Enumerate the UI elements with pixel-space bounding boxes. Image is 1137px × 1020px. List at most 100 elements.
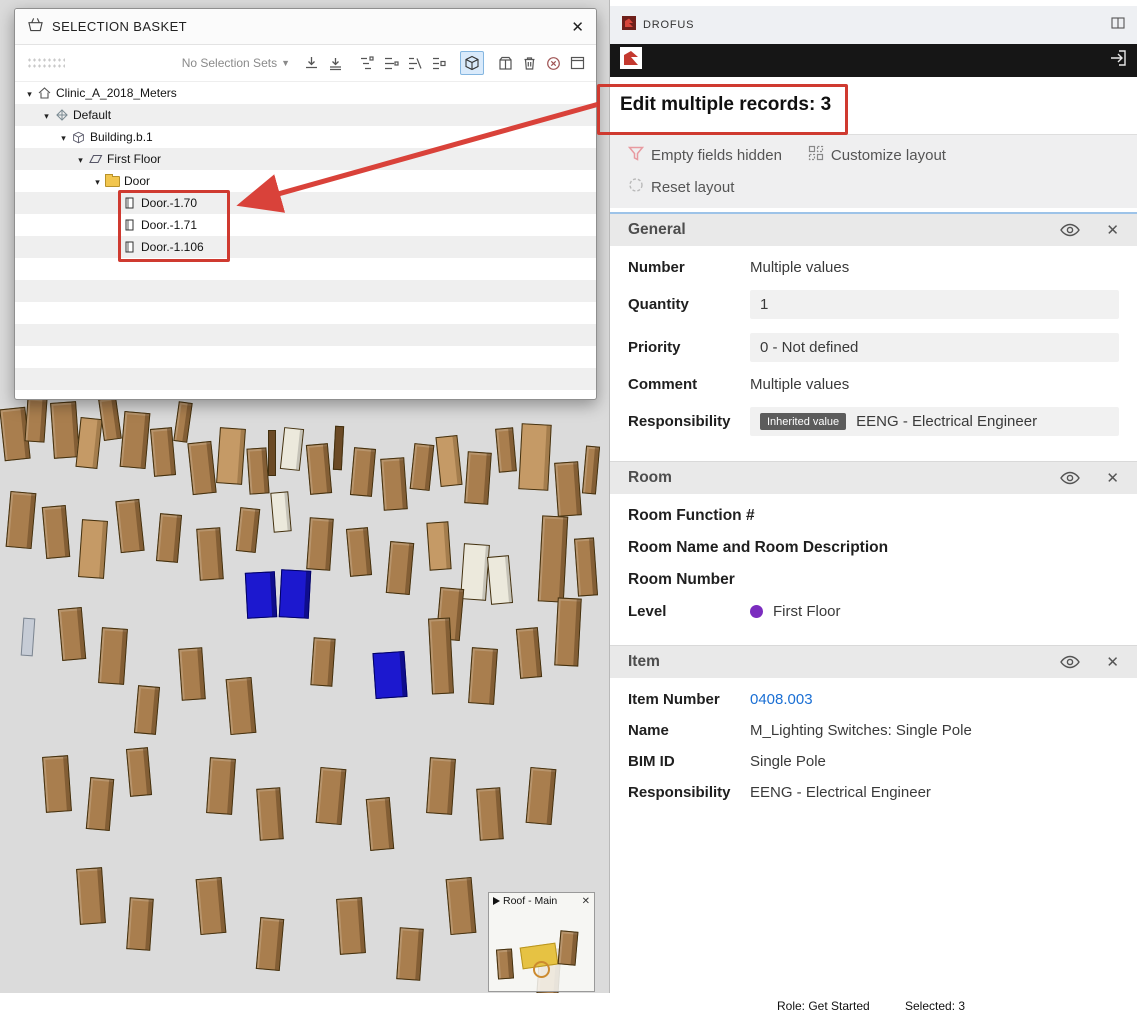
show-in-3d-icon[interactable]	[460, 51, 484, 75]
door-element[interactable]	[495, 427, 517, 472]
tree-row[interactable]: First Floor	[15, 148, 596, 170]
selection-sets-dropdown[interactable]: No Selection Sets	[182, 56, 277, 70]
door-element[interactable]	[538, 515, 568, 602]
door-element[interactable]	[435, 435, 462, 487]
tree-row[interactable]: Default	[15, 104, 596, 126]
field-input[interactable]: Inherited valueEENG - Electrical Enginee…	[750, 407, 1119, 436]
door-element[interactable]	[50, 401, 80, 459]
door-element[interactable]	[156, 513, 182, 563]
door-element[interactable]	[316, 767, 347, 825]
close-section-icon[interactable]: ✕	[1106, 469, 1119, 487]
door-element[interactable]	[446, 877, 477, 935]
door-element[interactable]	[98, 397, 122, 441]
item-number-link[interactable]: 0408.003	[750, 691, 813, 708]
package-icon[interactable]	[494, 52, 516, 74]
reset-layout-button[interactable]: Reset layout	[628, 177, 734, 197]
basket-titlebar[interactable]: SELECTION BASKET ✕	[15, 9, 596, 45]
door-element[interactable]	[516, 627, 542, 679]
door-element[interactable]	[476, 787, 504, 841]
door-element[interactable]	[279, 569, 311, 619]
door-element[interactable]	[310, 637, 335, 686]
door-element[interactable]	[150, 427, 176, 477]
expander-caret[interactable]	[57, 130, 70, 144]
group-by-type-icon[interactable]	[428, 52, 450, 74]
door-element[interactable]	[487, 555, 513, 605]
door-element[interactable]	[526, 767, 557, 825]
door-element[interactable]	[120, 411, 151, 469]
dock-window-icon[interactable]	[1111, 16, 1125, 34]
door-element[interactable]	[86, 777, 114, 831]
door-element[interactable]	[216, 427, 246, 485]
expander-caret[interactable]	[74, 152, 87, 166]
door-element[interactable]	[126, 747, 152, 797]
tree-row[interactable]: Door.-1.71	[15, 214, 596, 236]
door-element[interactable]	[187, 441, 216, 495]
door-element[interactable]	[246, 447, 269, 494]
close-section-icon[interactable]: ✕	[1106, 221, 1119, 239]
door-element[interactable]	[333, 426, 344, 470]
door-element[interactable]	[280, 427, 304, 471]
door-element[interactable]	[98, 627, 128, 685]
drofus-titlebar[interactable]: DROFUS	[610, 6, 1137, 44]
door-element[interactable]	[306, 517, 334, 571]
door-element[interactable]	[554, 461, 582, 517]
field-input[interactable]: 1	[750, 290, 1119, 319]
logout-icon[interactable]	[1105, 49, 1127, 72]
door-element[interactable]	[350, 447, 376, 497]
door-element[interactable]	[236, 507, 260, 553]
door-element[interactable]	[574, 537, 598, 596]
door-element[interactable]	[226, 677, 257, 735]
door-element[interactable]	[410, 443, 435, 491]
door-element[interactable]	[306, 443, 332, 495]
delete-icon[interactable]	[518, 52, 540, 74]
door-element[interactable]	[582, 445, 600, 494]
tree-row[interactable]: Door.-1.70	[15, 192, 596, 214]
door-element[interactable]	[196, 527, 224, 581]
clear-basket-icon[interactable]	[542, 52, 564, 74]
door-element[interactable]	[78, 519, 108, 579]
door-element[interactable]	[336, 897, 366, 955]
window-layout-icon[interactable]	[566, 52, 588, 74]
load-selection-icon[interactable]	[324, 52, 346, 74]
group-by-category-icon[interactable]	[404, 52, 426, 74]
tree-row[interactable]: Building.b.1	[15, 126, 596, 148]
door-element[interactable]	[115, 499, 144, 553]
group-by-level-icon[interactable]	[380, 52, 402, 74]
door-element[interactable]	[270, 491, 291, 532]
door-element[interactable]	[256, 787, 284, 841]
door-element[interactable]	[372, 651, 407, 699]
door-element[interactable]	[396, 927, 424, 981]
door-element[interactable]	[386, 541, 414, 595]
save-selection-icon[interactable]	[300, 52, 322, 74]
expander-caret[interactable]	[23, 86, 36, 100]
close-section-icon[interactable]: ✕	[1106, 653, 1119, 671]
tree-row[interactable]: Door.-1.106	[15, 236, 596, 258]
door-element[interactable]	[380, 457, 408, 511]
expander-caret[interactable]	[91, 174, 104, 188]
door-element[interactable]	[21, 618, 36, 657]
chevron-down-icon[interactable]: ▼	[281, 58, 290, 68]
door-element[interactable]	[428, 617, 454, 694]
door-element[interactable]	[173, 401, 192, 443]
eye-icon[interactable]	[1060, 471, 1080, 485]
door-element[interactable]	[245, 571, 277, 619]
section-box-inset[interactable]: Roof - Main ✕	[488, 892, 595, 992]
eye-icon[interactable]	[1060, 223, 1080, 237]
tree-row[interactable]: Door	[15, 170, 596, 192]
door-element[interactable]	[58, 607, 86, 661]
door-element[interactable]	[426, 521, 451, 570]
door-element[interactable]	[42, 755, 72, 813]
door-element[interactable]	[554, 597, 582, 666]
inset-close-icon[interactable]: ✕	[582, 896, 590, 907]
door-element[interactable]	[126, 897, 154, 951]
customize-layout-button[interactable]: Customize layout	[808, 145, 946, 165]
expander-caret[interactable]	[40, 108, 53, 122]
door-element[interactable]	[518, 423, 551, 490]
door-element[interactable]	[76, 867, 106, 925]
close-icon[interactable]: ✕	[571, 18, 584, 36]
door-element[interactable]	[75, 417, 102, 469]
door-element[interactable]	[426, 757, 456, 815]
door-element[interactable]	[464, 451, 492, 505]
door-element[interactable]	[42, 505, 70, 559]
door-element[interactable]	[256, 917, 284, 971]
